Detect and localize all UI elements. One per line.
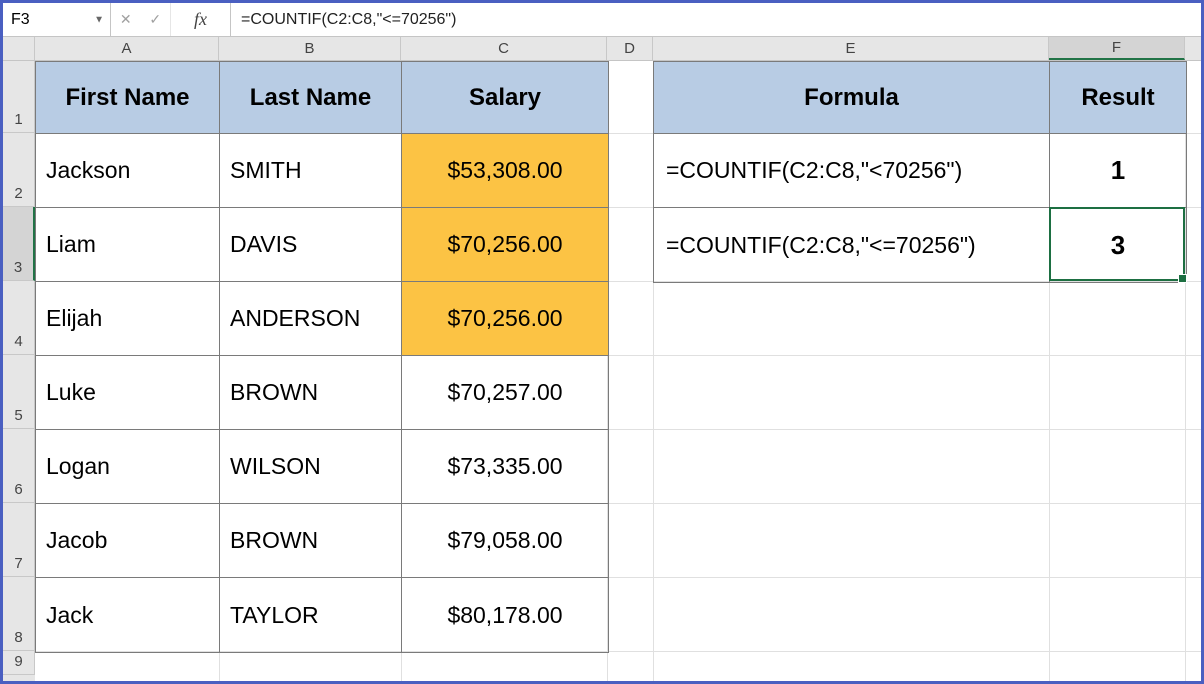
cell-first[interactable]: Jackson: [36, 134, 220, 208]
cell-formula[interactable]: =COUNTIF(C2:C8,"<=70256"): [654, 208, 1050, 282]
enter-icon[interactable]: ✓: [149, 11, 161, 28]
name-box[interactable]: F3 ▼: [3, 3, 111, 36]
col-header-D[interactable]: D: [607, 37, 653, 60]
side-table: Formula Result =COUNTIF(C2:C8,"<70256") …: [653, 61, 1187, 283]
row-headers: 1 2 3 4 5 6 7 8 9: [3, 61, 35, 681]
select-all-corner[interactable]: [3, 37, 35, 60]
col-header-F[interactable]: F: [1049, 37, 1185, 60]
cell-first[interactable]: Luke: [36, 356, 220, 430]
col-header-B[interactable]: B: [219, 37, 401, 60]
formula-bar: F3 ▼ ✕ ✓ fx =COUNTIF(C2:C8,"<=70256"): [3, 3, 1201, 37]
cell-first[interactable]: Liam: [36, 208, 220, 282]
cell-result[interactable]: 1: [1050, 134, 1186, 208]
col-header-E[interactable]: E: [653, 37, 1049, 60]
cell-last[interactable]: ANDERSON: [220, 282, 402, 356]
main-table: First Name Last Name Salary Jackson SMIT…: [35, 61, 609, 653]
formula-text: =COUNTIF(C2:C8,"<=70256"): [241, 11, 456, 29]
cell-first[interactable]: Jacob: [36, 504, 220, 578]
name-box-value: F3: [11, 11, 30, 29]
table-row: Jackson SMITH $53,308.00: [36, 134, 608, 208]
col-header-A[interactable]: A: [35, 37, 219, 60]
cell-salary[interactable]: $73,335.00: [402, 430, 608, 504]
cells-area[interactable]: First Name Last Name Salary Jackson SMIT…: [35, 61, 1201, 681]
cell-last[interactable]: SMITH: [220, 134, 402, 208]
row-header-4[interactable]: 4: [3, 281, 35, 355]
formula-bar-buttons: ✕ ✓: [111, 3, 171, 36]
cell-result[interactable]: 3: [1050, 208, 1186, 282]
cell-first[interactable]: Elijah: [36, 282, 220, 356]
header-salary[interactable]: Salary: [402, 62, 608, 134]
table-row: =COUNTIF(C2:C8,"<=70256") 3: [654, 208, 1186, 282]
cell-formula[interactable]: =COUNTIF(C2:C8,"<70256"): [654, 134, 1050, 208]
header-last-name[interactable]: Last Name: [220, 62, 402, 134]
cell-salary[interactable]: $80,178.00: [402, 578, 608, 652]
cell-last[interactable]: WILSON: [220, 430, 402, 504]
table-row: Luke BROWN $70,257.00: [36, 356, 608, 430]
header-result[interactable]: Result: [1050, 62, 1186, 134]
row-header-3[interactable]: 3: [3, 207, 35, 281]
cell-last[interactable]: TAYLOR: [220, 578, 402, 652]
cell-salary[interactable]: $79,058.00: [402, 504, 608, 578]
cell-last[interactable]: DAVIS: [220, 208, 402, 282]
table-row: Jacob BROWN $79,058.00: [36, 504, 608, 578]
row-header-5[interactable]: 5: [3, 355, 35, 429]
table-row: Elijah ANDERSON $70,256.00: [36, 282, 608, 356]
cell-salary[interactable]: $53,308.00: [402, 134, 608, 208]
formula-input[interactable]: =COUNTIF(C2:C8,"<=70256"): [231, 3, 1201, 36]
row-header-6[interactable]: 6: [3, 429, 35, 503]
row-header-2[interactable]: 2: [3, 133, 35, 207]
table-row: Liam DAVIS $70,256.00: [36, 208, 608, 282]
main-table-header: First Name Last Name Salary: [36, 62, 608, 134]
table-row: =COUNTIF(C2:C8,"<70256") 1: [654, 134, 1186, 208]
grid-wrapper: 1 2 3 4 5 6 7 8 9 First Nam: [3, 61, 1201, 681]
cell-salary[interactable]: $70,256.00: [402, 282, 608, 356]
col-header-C[interactable]: C: [401, 37, 607, 60]
fx-icon[interactable]: fx: [171, 3, 231, 36]
cell-first[interactable]: Logan: [36, 430, 220, 504]
cell-salary[interactable]: $70,256.00: [402, 208, 608, 282]
row-header-9[interactable]: 9: [3, 651, 35, 675]
column-headers: A B C D E F: [3, 37, 1201, 61]
row-header-1[interactable]: 1: [3, 61, 35, 133]
header-first-name[interactable]: First Name: [36, 62, 220, 134]
cell-first[interactable]: Jack: [36, 578, 220, 652]
side-table-header: Formula Result: [654, 62, 1186, 134]
table-row: Logan WILSON $73,335.00: [36, 430, 608, 504]
cell-salary[interactable]: $70,257.00: [402, 356, 608, 430]
cell-last[interactable]: BROWN: [220, 356, 402, 430]
table-row: Jack TAYLOR $80,178.00: [36, 578, 608, 652]
row-header-8[interactable]: 8: [3, 577, 35, 651]
cancel-icon[interactable]: ✕: [120, 11, 132, 28]
cell-last[interactable]: BROWN: [220, 504, 402, 578]
header-formula[interactable]: Formula: [654, 62, 1050, 134]
row-header-7[interactable]: 7: [3, 503, 35, 577]
chevron-down-icon[interactable]: ▼: [94, 14, 104, 25]
